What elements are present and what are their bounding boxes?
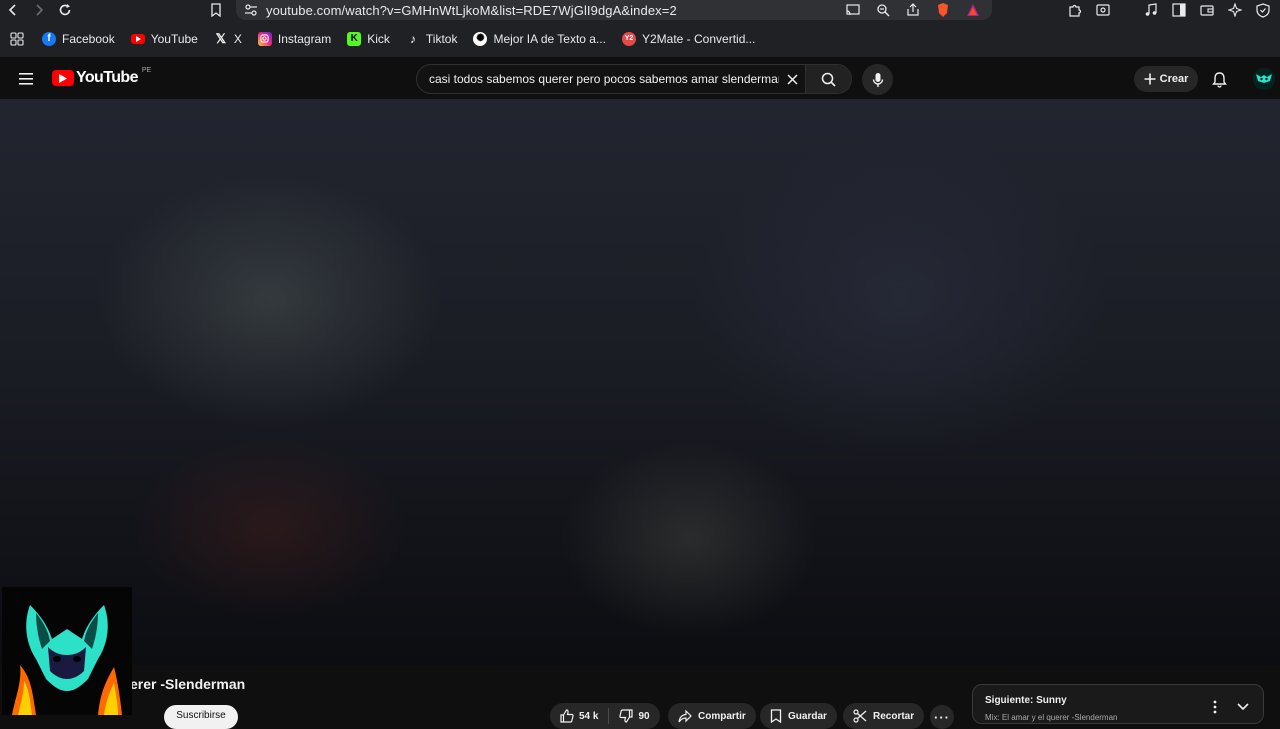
back-button[interactable] (0, 0, 26, 20)
playlist-panel[interactable]: Siguiente: Sunny Mix: El amar y el quere… (972, 684, 1264, 724)
reload-button[interactable] (52, 0, 78, 20)
arrow-right-icon (36, 4, 44, 16)
bookmark-label: Mejor IA de Texto a... (493, 31, 606, 46)
create-label: Crear (1159, 73, 1189, 85)
bookmark-youtube[interactable]: YouTube (130, 31, 198, 46)
chatgpt-icon: ✺ (473, 31, 488, 46)
bookmark-icon (770, 709, 782, 723)
close-icon (786, 73, 798, 85)
youtube-icon (130, 33, 145, 44)
cast-icon[interactable] (844, 1, 862, 19)
kick-icon: K (347, 31, 362, 46)
search-icon (821, 72, 836, 87)
apps-grid-icon[interactable] (8, 30, 26, 48)
create-button[interactable]: Crear (1134, 66, 1198, 92)
address-bar[interactable]: youtube.com/watch?v=GMHnWtLjkoM&list=RDE… (236, 0, 992, 20)
channel-logo-icon (2, 587, 132, 715)
youtube-play-icon (52, 70, 74, 86)
share-button[interactable]: Compartir (668, 703, 756, 729)
tune-icon (245, 4, 257, 16)
search-button[interactable] (805, 65, 851, 93)
playlist-menu-button[interactable] (1209, 699, 1221, 715)
media-controls-icon[interactable] (1142, 1, 1160, 19)
vpn-shield-icon[interactable] (1254, 1, 1272, 19)
y2mate-icon: Y2 (621, 31, 636, 46)
bookmark-label: X (233, 31, 242, 46)
youtube-logo[interactable]: YouTube PE (52, 67, 152, 87)
up-next-title: Siguiente: Sunny (985, 695, 1067, 706)
save-button[interactable]: Guardar (760, 703, 837, 729)
dislike-button[interactable]: 90 (619, 709, 650, 723)
clear-search-button[interactable] (779, 65, 805, 93)
bookmarks-bar: f Facebook YouTube 𝕏 X Instagram K Kick … (0, 20, 1280, 57)
search-box: casi todos sabemos querer pero pocos sab… (416, 64, 852, 94)
brave-rewards-icon[interactable] (964, 1, 982, 19)
logo-text: YouTube (76, 69, 138, 86)
bookmark-label: Instagram (277, 31, 332, 46)
bell-icon (1211, 71, 1227, 88)
bookmark-tiktok[interactable]: ♪ Tiktok (406, 32, 458, 46)
bookmark-label: Tiktok (425, 31, 458, 46)
scissors-icon (853, 709, 867, 723)
bookmark-icon (211, 3, 221, 17)
bookmark-x[interactable]: 𝕏 X (214, 30, 242, 46)
bookmark-y2mate[interactable]: Y2 Y2Mate - Convertid... (621, 31, 756, 46)
bookmark-facebook[interactable]: f Facebook (42, 31, 115, 46)
url-text[interactable]: youtube.com/watch?v=GMHnWtLjkoM&list=RDE… (266, 3, 677, 18)
brave-shields-icon[interactable] (934, 1, 952, 19)
share-icon (678, 709, 692, 722)
guide-menu-button[interactable] (14, 67, 38, 91)
bookmark-kick[interactable]: K Kick (347, 31, 390, 46)
video-title: erer -Slenderman (130, 676, 246, 692)
leo-ai-icon[interactable] (1226, 1, 1244, 19)
share-page-icon[interactable] (904, 1, 922, 19)
reload-icon (59, 4, 71, 16)
youtube-header: YouTube PE casi todos sabemos querer per… (0, 57, 1280, 99)
extensions-icon[interactable] (1066, 1, 1084, 19)
sidebar-icon[interactable] (1170, 1, 1188, 19)
bookmark-label: Facebook (62, 31, 115, 46)
zoom-icon[interactable] (874, 1, 892, 19)
microphone-icon (872, 72, 883, 87)
video-player[interactable] (0, 99, 1280, 665)
notifications-button[interactable] (1208, 68, 1230, 90)
hamburger-icon (19, 73, 33, 85)
more-horizontal-icon: ··· (934, 709, 950, 725)
country-code: PE (141, 67, 152, 74)
search-input[interactable]: casi todos sabemos querer pero pocos sab… (417, 72, 779, 86)
tiktok-icon: ♪ (409, 31, 416, 46)
mix-title: Mix: El amar y el querer -Slenderman (985, 713, 1118, 722)
more-vertical-icon (1213, 700, 1217, 714)
bookmark-star-button[interactable] (206, 0, 226, 20)
channel-avatar-overlay[interactable] (2, 587, 132, 715)
bookmark-instagram[interactable]: Instagram (257, 31, 332, 46)
wallet-icon[interactable] (1198, 1, 1216, 19)
avatar-icon (1253, 68, 1275, 90)
subscribe-button[interactable]: Suscribirse (164, 705, 238, 729)
bookmark-label: YouTube (150, 31, 198, 46)
forward-button[interactable] (26, 0, 52, 20)
like-dislike-group: 54 k 90 (550, 703, 660, 729)
account-avatar[interactable] (1253, 68, 1275, 90)
bookmark-label: Kick (367, 31, 390, 46)
facebook-icon: f (42, 31, 56, 46)
instagram-icon (257, 31, 272, 46)
x-icon: 𝕏 (215, 30, 227, 46)
more-actions-button[interactable]: ··· (930, 705, 954, 729)
chevron-down-icon (1237, 703, 1249, 711)
thumbs-up-icon (560, 709, 574, 723)
expand-playlist-button[interactable] (1235, 699, 1251, 715)
screenshot-icon[interactable] (1094, 1, 1112, 19)
site-info-button[interactable] (236, 4, 266, 16)
plus-icon (1144, 73, 1156, 85)
like-button[interactable]: 54 k (560, 709, 598, 723)
thumbs-down-icon (619, 709, 634, 723)
bookmark-label: Y2Mate - Convertid... (641, 31, 756, 46)
clip-button[interactable]: Recortar (843, 703, 925, 729)
bookmark-chatgpt[interactable]: ✺ Mejor IA de Texto a... (473, 31, 606, 46)
voice-search-button[interactable] (862, 64, 893, 95)
arrow-left-icon (8, 4, 16, 16)
